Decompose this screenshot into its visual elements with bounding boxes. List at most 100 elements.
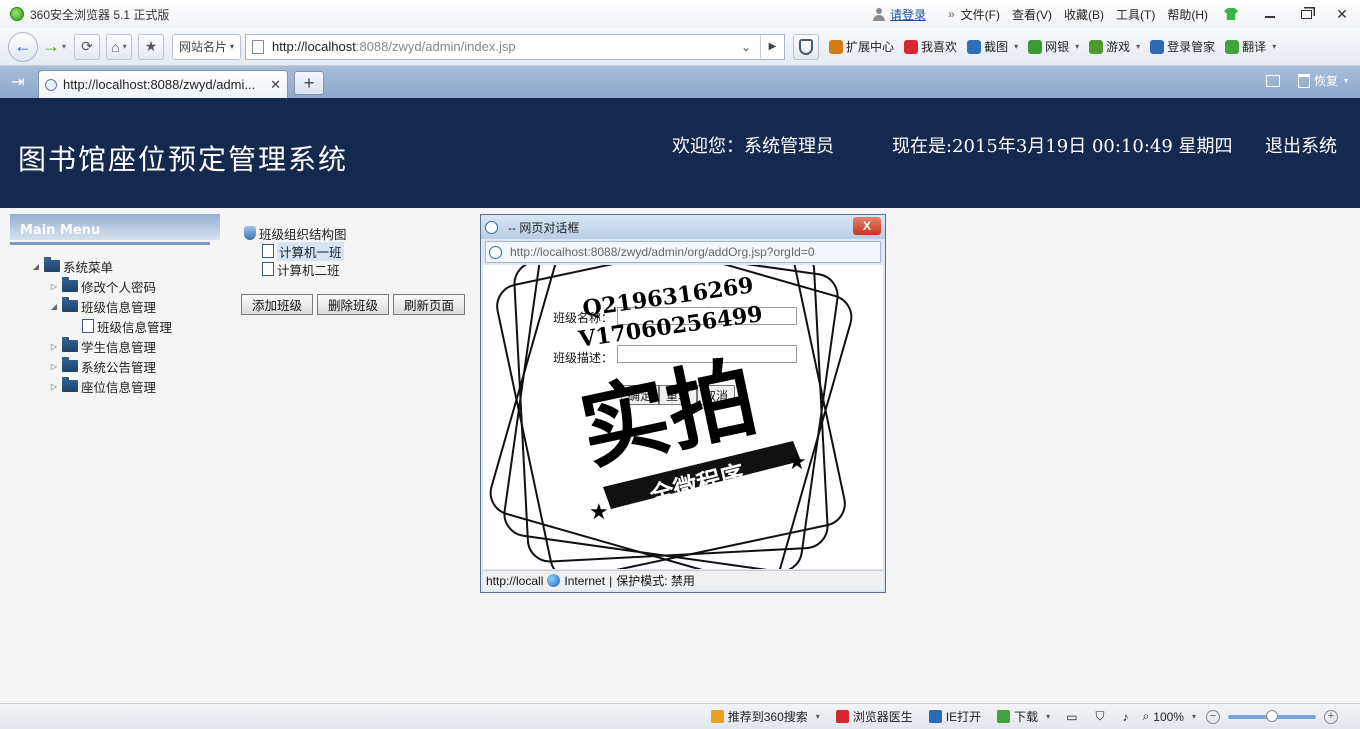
app-header: 图书馆座位预定管理系统 欢迎您：系统管理员 现在是:2015年3月19日 00:… [0, 98, 1360, 208]
key-icon [1150, 39, 1165, 54]
toolbar-item-label: 登录管家 [1167, 40, 1216, 54]
dialog-close-button[interactable]: X [853, 217, 881, 235]
watermark-star-icon: ★ [787, 449, 807, 474]
expand-arrow-icon[interactable]: ▷ [48, 362, 60, 371]
zoom-in-button[interactable]: + [1324, 709, 1338, 724]
collapse-arrow-icon[interactable]: ◢ [48, 302, 60, 311]
dialog-address-bar: http://localhost:8088/zwyd/admin/org/add… [485, 241, 881, 263]
menu-tree-item[interactable]: 班级信息管理 [30, 316, 172, 336]
org-root-label: 班级组织结构图 [259, 227, 347, 242]
security-status-icon[interactable]: ⛉ [1096, 709, 1105, 724]
search-recommend-icon [710, 710, 724, 723]
skin-shirt-icon[interactable] [1224, 8, 1238, 20]
ie-open-icon [928, 710, 942, 723]
home-button[interactable]: ⌂ ▾ [106, 33, 132, 60]
heart-icon [904, 39, 919, 54]
confirm-button[interactable]: 确定 [621, 385, 660, 405]
toolbar-extension-button[interactable]: 扩展中心 [829, 38, 894, 55]
menu-favorites[interactable]: 收藏(B) [1064, 6, 1104, 23]
status-doctor-button[interactable]: 浏览器医生 [835, 708, 913, 725]
toolbar-screenshot-button[interactable]: 截图 ▾ [967, 38, 1018, 55]
minimize-button[interactable] [1252, 2, 1288, 26]
status-item-label: 浏览器医生 [852, 710, 913, 724]
ie-icon [489, 245, 502, 259]
toolbar-heart-button[interactable]: 我喜欢 [904, 38, 957, 55]
watermark-star-icon: ★ [589, 499, 609, 524]
security-shield-button[interactable] [793, 33, 820, 60]
menu-tree-label: 学生信息管理 [81, 340, 157, 355]
delete-class-button[interactable]: 删除班级 [317, 294, 390, 315]
toolbar-bank-button[interactable]: 网银 ▾ [1028, 38, 1079, 55]
tab-close-icon[interactable]: ✕ [270, 77, 281, 93]
toolbar-key-button[interactable]: 登录管家 [1150, 38, 1215, 55]
org-tree-item[interactable]: 计算机二班 [244, 260, 347, 278]
refresh-button[interactable]: ⟳ [74, 33, 100, 60]
restore-button[interactable] [1288, 2, 1324, 26]
reset-button[interactable]: 重填 [659, 385, 698, 405]
org-item-label: 计算机一班 [277, 241, 344, 261]
expand-arrow-icon[interactable]: ▷ [48, 342, 60, 351]
menu-tools[interactable]: 工具(T) [1116, 6, 1155, 23]
trash-icon[interactable] [1297, 73, 1310, 88]
class-desc-input[interactable] [617, 345, 797, 363]
status-search-recommend-button[interactable]: 推荐到360搜索 ▾ [710, 708, 820, 725]
status-download-button[interactable]: 下载 ▾ [997, 708, 1050, 725]
url-host: http://localhost [272, 39, 356, 54]
dialog-title-bar: -- 网页对话框 [481, 215, 885, 239]
go-button[interactable]: ▶ [760, 34, 784, 59]
menu-view[interactable]: 查看(V) [1012, 6, 1052, 23]
user-icon [872, 7, 885, 21]
close-window-button[interactable]: ✕ [1324, 2, 1360, 26]
restore-closed-label[interactable]: 恢复 [1314, 72, 1338, 89]
status-item-label: 下载 [1014, 710, 1039, 724]
class-name-input[interactable] [617, 307, 797, 325]
class-name-label: 班级名称： [553, 311, 614, 325]
menu-tree-item[interactable]: ▷ 座位信息管理 [30, 376, 172, 396]
forward-button[interactable]: → ▾ [40, 33, 68, 61]
cancel-button[interactable]: 取消 [697, 385, 736, 405]
menu-tree-item[interactable]: ▷ 学生信息管理 [30, 336, 172, 356]
site-card-button[interactable]: 网站名片 ▾ [172, 33, 242, 60]
zoom-slider-thumb[interactable] [1266, 709, 1278, 722]
zoom-slider[interactable] [1228, 709, 1316, 722]
menu-tree-item[interactable]: ◢ 班级信息管理 [30, 296, 172, 316]
expand-arrow-icon[interactable]: ▷ [48, 282, 60, 291]
menu-tree-item[interactable]: ▷ 修改个人密码 [30, 276, 172, 296]
expand-arrow-icon[interactable]: ▷ [48, 382, 60, 391]
back-button[interactable]: ← [8, 31, 38, 62]
org-tree-root[interactable]: 班级组织结构图 [244, 224, 347, 242]
speaker-icon[interactable]: ♪ [1123, 710, 1129, 724]
new-tab-button[interactable]: + [294, 71, 324, 95]
menu-file[interactable]: 文件(F) [961, 6, 1000, 23]
toolbar-translate-button[interactable]: 翻译 ▾ [1225, 38, 1276, 55]
browser-logo-icon [10, 7, 24, 21]
favorite-star-button[interactable]: ★ [138, 33, 164, 60]
toolbar-item-label: 扩展中心 [846, 40, 895, 54]
refresh-page-button[interactable]: 刷新页面 [393, 294, 466, 315]
tab-active[interactable]: http://localhost:8088/zwyd/admi... ✕ [38, 70, 288, 98]
login-link[interactable]: 请登录 [872, 6, 926, 23]
address-dropdown-icon[interactable]: ⌄ [736, 35, 756, 59]
zoom-control[interactable]: ⌕ 100% ▾ [1143, 709, 1196, 724]
toolbar-game-button[interactable]: 游戏 ▾ [1089, 38, 1140, 55]
org-tree-item[interactable]: 计算机一班 [244, 241, 347, 261]
menu-help[interactable]: 帮助(H) [1167, 6, 1208, 23]
menu-more-icon[interactable]: » [948, 7, 955, 21]
menu-tree-label: 修改个人密码 [81, 280, 157, 295]
menu-tree-item[interactable]: ◢ 系统菜单 [30, 256, 172, 276]
menu-tree-item[interactable]: ▷ 系统公告管理 [30, 356, 172, 376]
compat-view-icon[interactable]: ▭ [1066, 710, 1077, 724]
add-class-button[interactable]: 添加班级 [241, 294, 314, 315]
logout-link[interactable]: 退出系统 [1265, 132, 1337, 158]
collapse-arrow-icon[interactable]: ◢ [30, 262, 42, 271]
browser-toolbar: ← → ▾ ⟳ ⌂ ▾ ★ 网站名片 ▾ http://localhost:8088/… [0, 28, 1360, 66]
folder-icon [62, 357, 78, 372]
address-bar[interactable]: http://localhost:8088/zwyd/admin/index.j… [245, 33, 786, 60]
sidebar-toggle-icon[interactable]: ⇥ [0, 66, 36, 98]
menu-tree-label: 班级信息管理 [81, 300, 157, 315]
download-icon [997, 710, 1011, 723]
tab-list-icon[interactable] [1265, 74, 1280, 87]
zoom-out-button[interactable]: − [1206, 709, 1220, 724]
status-ie-open-button[interactable]: IE打开 [928, 708, 981, 725]
current-datetime: 现在是:2015年3月19日 00:10:49 星期四 [892, 136, 1233, 157]
